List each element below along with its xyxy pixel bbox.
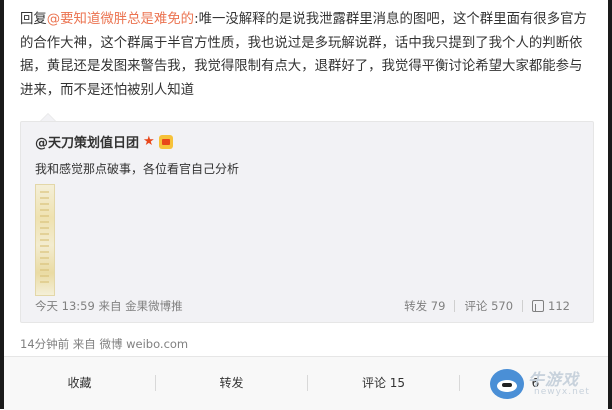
post-body: 回复@要知道微胖总是难免的:唯一没解释的是说我泄露群里消息的图吧，这个群里面有很…: [20, 8, 594, 102]
cow-mascot-icon: [490, 369, 524, 399]
repost-button[interactable]: 转发: [156, 357, 307, 410]
right-border: [608, 0, 612, 409]
reply-prefix: 回复: [20, 12, 47, 27]
comment-button[interactable]: 评论 15: [308, 357, 459, 410]
quoted-image-thumbnail[interactable]: [35, 184, 55, 296]
thumbs-up-icon: [532, 300, 545, 312]
star-icon: ★: [143, 134, 155, 149]
quoted-like-count: 112: [548, 299, 570, 313]
quoted-text: 我和感觉那点破事，各位看官自己分析: [35, 162, 240, 176]
quoted-author-name[interactable]: @天刀策划值日团: [35, 132, 139, 151]
quote-arrow-inner: [41, 114, 55, 121]
watermark-url: newyx.net: [534, 387, 590, 397]
left-border: [0, 0, 4, 409]
quoted-like-button[interactable]: 112: [523, 299, 579, 313]
quoted-meta: 今天 13:59 来自 金果微博推: [35, 299, 183, 313]
quoted-comment-button[interactable]: 评论 570: [455, 298, 522, 314]
watermark: 牛游戏 newyx.net: [488, 363, 606, 407]
post-meta: 14分钟前 来自 微博 weibo.com: [20, 337, 189, 351]
quoted-actions: 转发 79 评论 570 112: [395, 298, 579, 314]
favorite-button[interactable]: 收藏: [4, 357, 155, 410]
quoted-repost-button[interactable]: 转发 79: [395, 298, 454, 314]
quoted-post: @天刀策划值日团 ★ 我和感觉那点破事，各位看官自己分析 今天 13:59 来自…: [20, 121, 594, 323]
mention-link[interactable]: @要知道微胖总是难免的: [47, 12, 194, 27]
quoted-author[interactable]: @天刀策划值日团 ★: [35, 132, 173, 151]
crown-icon: [158, 134, 173, 149]
